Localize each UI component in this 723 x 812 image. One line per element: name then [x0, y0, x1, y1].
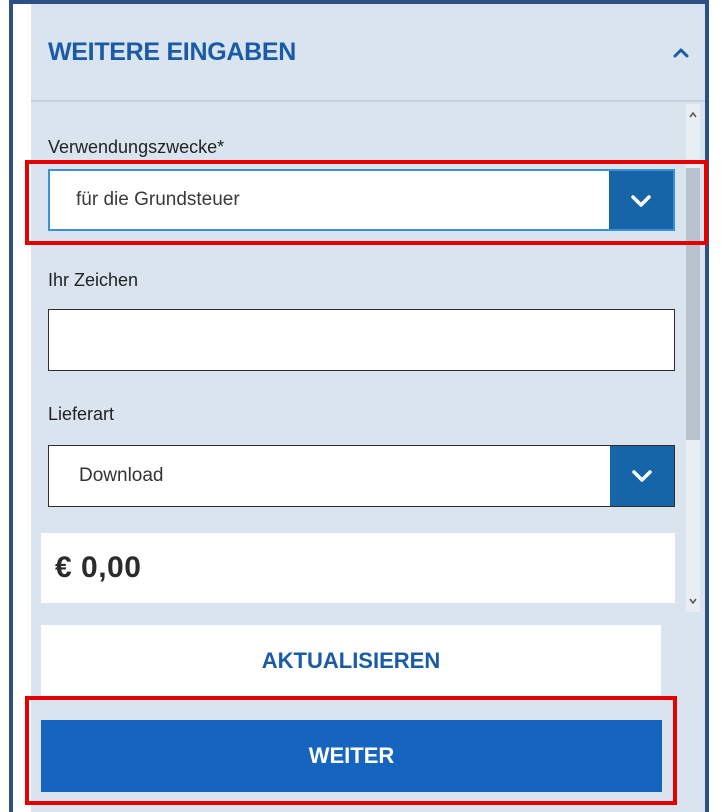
refresh-button[interactable]: AKTUALISIEREN: [41, 625, 661, 697]
chevron-up-icon[interactable]: [672, 44, 690, 62]
price-box: € 0,00: [41, 533, 675, 603]
delivery-select[interactable]: Download: [48, 445, 675, 507]
scroll-down-arrow-icon[interactable]: [688, 596, 698, 606]
delivery-selected-value: Download: [79, 465, 164, 486]
chevron-down-icon: [632, 470, 652, 482]
purpose-select[interactable]: für die Grundsteuer: [48, 169, 675, 231]
purpose-dropdown-button[interactable]: [609, 171, 673, 229]
purpose-label: Verwendungszwecke*: [48, 137, 225, 157]
scroll-up-arrow-icon[interactable]: [688, 110, 698, 120]
purpose-selected-value: für die Grundsteuer: [76, 189, 240, 210]
panel-left-gutter: [13, 4, 31, 812]
frame-border-left: [9, 0, 13, 812]
frame-border-right: [705, 0, 709, 812]
sidebar-frame: WEITERE EINGABEN Verwendungszwecke* für …: [0, 0, 723, 812]
next-button[interactable]: WEITER: [41, 720, 662, 792]
chevron-down-icon: [631, 195, 651, 207]
reference-label: Ihr Zeichen: [48, 270, 139, 290]
price-total: € 0,00: [55, 551, 142, 584]
reference-input[interactable]: [48, 309, 675, 371]
section-title: WEITERE EINGABEN: [48, 38, 296, 66]
scrollbar-thumb[interactable]: [686, 168, 700, 440]
delivery-dropdown-button[interactable]: [610, 446, 674, 506]
delivery-label: Lieferart: [48, 404, 115, 424]
